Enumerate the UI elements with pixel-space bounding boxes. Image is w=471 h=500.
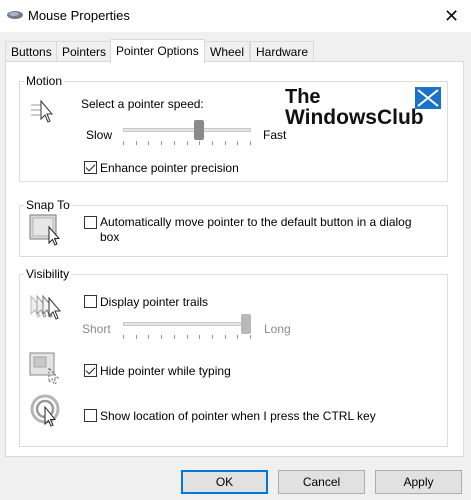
trail-slider-track	[123, 322, 251, 326]
slider-tick	[225, 141, 226, 145]
slider-tick	[161, 335, 162, 339]
ok-button[interactable]: OK	[181, 470, 268, 494]
pointer-speed-label: Select a pointer speed:	[81, 97, 204, 111]
slider-tick	[199, 335, 200, 339]
enhance-precision-checkbox[interactable]	[84, 161, 97, 174]
slider-tick	[212, 141, 213, 145]
slider-tick	[136, 335, 137, 339]
pointer-trails-label[interactable]: Display pointer trails	[100, 295, 208, 309]
slider-tick	[199, 141, 200, 145]
hide-pointer-icon	[29, 352, 60, 385]
show-location-label[interactable]: Show location of pointer when I press th…	[100, 409, 376, 423]
snap-to-group	[19, 205, 448, 257]
slider-tick	[225, 335, 226, 339]
slider-tick	[250, 335, 251, 339]
speed-slider-thumb[interactable]	[194, 120, 204, 140]
trails-short-label: Short	[82, 322, 111, 336]
slider-tick	[148, 335, 149, 339]
cancel-button[interactable]: Cancel	[278, 470, 365, 494]
tab-pointers[interactable]: Pointers	[56, 41, 113, 61]
slider-tick	[250, 141, 251, 145]
watermark: The WindowsClub	[283, 87, 443, 133]
hide-while-typing-checkbox[interactable]	[84, 364, 97, 377]
slider-tick	[136, 141, 137, 145]
motion-group-label: Motion	[24, 74, 65, 88]
snap-to-default-label[interactable]: Automatically move pointer to the defaul…	[100, 215, 412, 229]
slider-tick	[187, 335, 188, 339]
speed-slow-label: Slow	[86, 128, 113, 142]
slider-tick	[123, 335, 124, 339]
slider-tick	[237, 141, 238, 145]
window-title: Mouse Properties	[28, 8, 130, 23]
slider-tick	[174, 141, 175, 145]
slider-tick	[174, 335, 175, 339]
speed-slider-track	[123, 128, 251, 132]
close-button[interactable]: ✕	[432, 0, 471, 32]
snap-to-default-checkbox[interactable]	[84, 216, 97, 229]
tab-hardware[interactable]: Hardware	[250, 41, 315, 61]
snap-to-group-label: Snap To	[24, 198, 72, 212]
trail-length-slider[interactable]	[123, 313, 251, 345]
enhance-precision-label[interactable]: Enhance pointer precision	[100, 161, 239, 175]
slider-tick	[187, 141, 188, 145]
tab-buttons[interactable]: Buttons	[5, 41, 58, 61]
tab-wheel[interactable]: Wheel	[204, 41, 251, 61]
trails-long-label: Long	[264, 322, 291, 336]
windows-logo-icon	[415, 87, 441, 109]
slider-tick	[161, 141, 162, 145]
hide-while-typing-label[interactable]: Hide pointer while typing	[100, 364, 231, 378]
snap-to-icon	[29, 214, 61, 246]
slider-tick	[148, 141, 149, 145]
show-location-checkbox[interactable]	[84, 409, 97, 422]
pointer-speed-icon	[31, 99, 54, 123]
slider-tick	[123, 141, 124, 145]
mouse-icon	[7, 11, 23, 19]
speed-slider-ticks	[123, 141, 251, 146]
trail-slider-thumb[interactable]	[241, 314, 251, 334]
watermark-line2: WindowsClub	[285, 106, 424, 129]
slider-tick	[237, 335, 238, 339]
trail-slider-ticks	[123, 335, 251, 340]
pointer-trails-icon	[30, 294, 62, 320]
visibility-group-label: Visibility	[24, 267, 72, 281]
pointer-speed-slider[interactable]	[123, 119, 251, 151]
tab-pointer-options[interactable]: Pointer Options	[110, 39, 205, 63]
watermark-line1: The	[285, 86, 321, 108]
snap-to-default-label-line2[interactable]: box	[100, 230, 119, 244]
pointer-trails-checkbox[interactable]	[84, 295, 97, 308]
slider-tick	[212, 335, 213, 339]
apply-button[interactable]: Apply	[375, 470, 462, 494]
show-location-icon	[30, 394, 60, 427]
